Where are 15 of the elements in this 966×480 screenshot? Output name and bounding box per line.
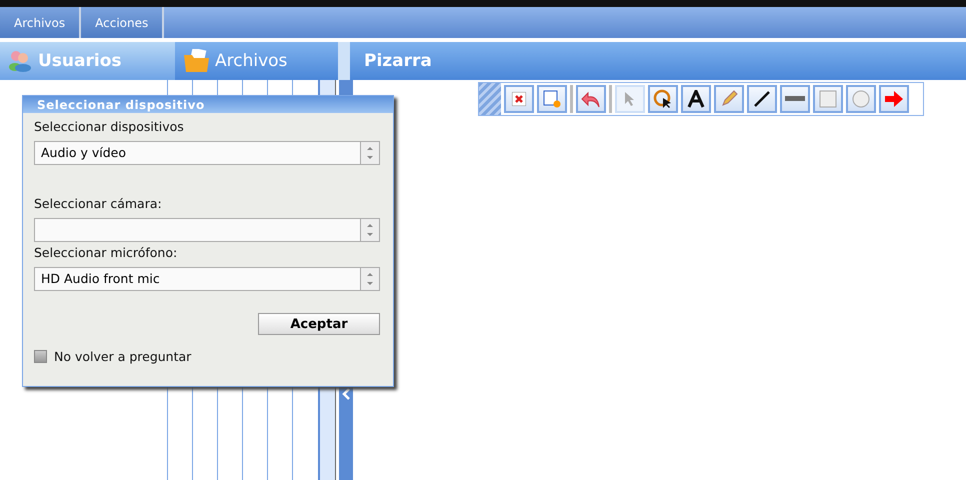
dialog-title: Seleccionar dispositivo (23, 96, 393, 113)
field-label: Seleccionar cámara: (34, 196, 163, 211)
device-select[interactable]: HD Audio front mic (34, 267, 380, 291)
panel-tab[interactable]: Usuarios (0, 42, 175, 80)
device-select[interactable]: Audio y vídeo (34, 141, 380, 165)
field-label: Seleccionar dispositivos (34, 119, 185, 134)
tab-label: Usuarios (38, 51, 122, 71)
tab-label: Archivos (215, 51, 288, 71)
menu-item[interactable]: Acciones (81, 7, 164, 38)
whiteboard-header: Pizarra (350, 42, 966, 80)
field-label: Seleccionar micrófono: (34, 245, 178, 260)
menu-item[interactable]: Archivos (0, 7, 82, 38)
panel-tab[interactable]: Archivos (175, 42, 338, 80)
checkbox-label: No volver a preguntar (54, 349, 192, 364)
accept-button[interactable]: Aceptar (258, 313, 380, 335)
